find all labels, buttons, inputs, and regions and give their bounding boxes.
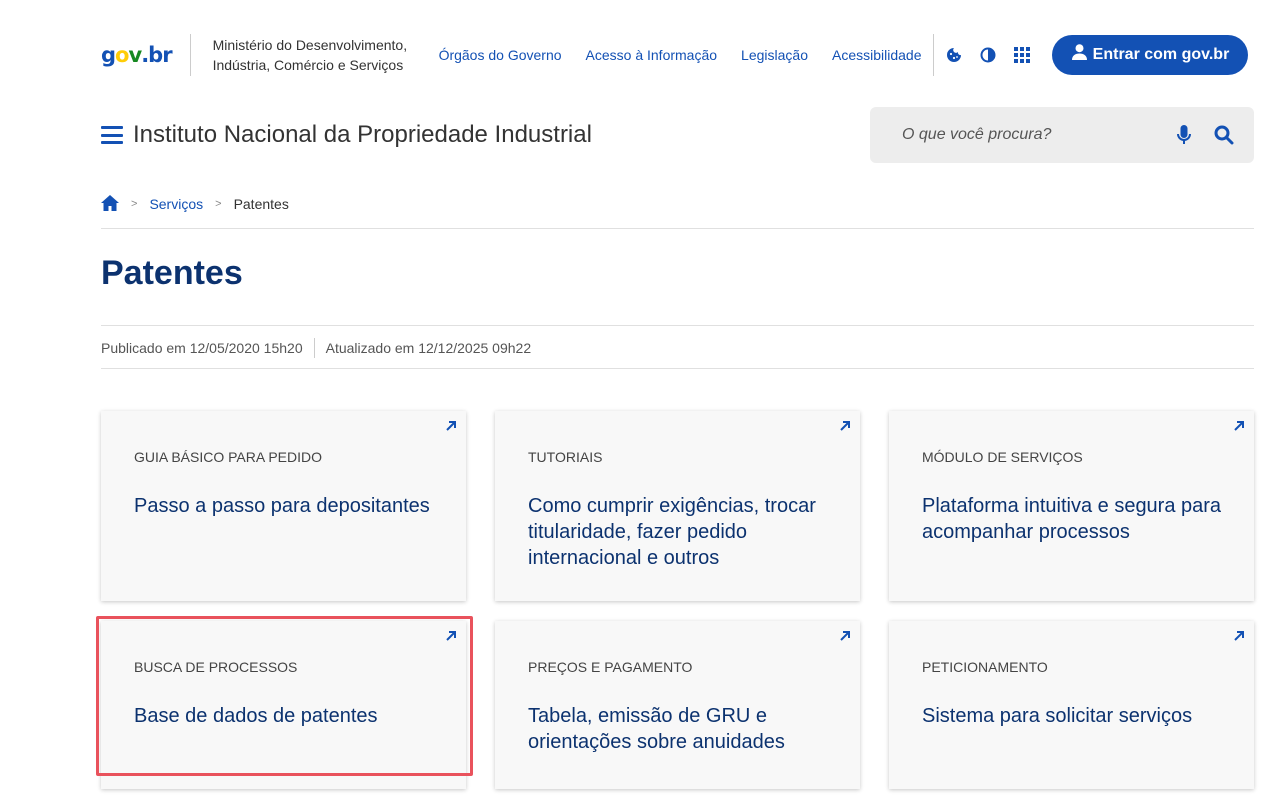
meta-divider [313,338,315,358]
login-label: Entrar com gov.br [1092,45,1230,63]
nav-orgaos-do-governo[interactable]: Órgãos do Governo [439,47,562,63]
card-description: Plataforma intuitiva e segura para acomp… [922,495,1222,543]
card-description: Base de dados de patentes [134,705,378,727]
breadcrumb-separator: > [131,198,138,210]
hamburger-menu-icon[interactable] [101,126,123,144]
card-category: GUIA BÁSICO PARA PEDIDO [134,449,323,465]
home-icon[interactable] [101,194,119,214]
search-box [870,107,1254,163]
logo-letter: v [128,42,142,67]
page-title: Patentes [101,254,243,292]
cookie-icon[interactable] [946,47,962,63]
govbr-logo[interactable]: g o v. br [101,42,173,67]
microphone-icon[interactable] [1174,125,1194,145]
top-nav: Órgãos do Governo Acesso à Informação Le… [439,47,934,63]
updated-date: Atualizado em 12/12/2025 09h22 [325,340,532,356]
card-category: BUSCA DE PROCESSOS [134,659,298,675]
breadcrumb-separator: > [215,198,222,210]
card-description: Sistema para solicitar serviços [922,705,1193,727]
user-icon [1071,44,1087,65]
card-guia-basico[interactable]: GUIA BÁSICO PARA PEDIDO Passo a passo pa… [101,411,466,601]
gov-header: g o v. br Ministério do Desenvolvimento, In… [101,32,1254,77]
card-peticionamento[interactable]: PETICIONAMENTO Sistema para solicitar se… [889,621,1254,789]
logo-letter: o [115,42,129,67]
header-divider [189,33,191,76]
breadcrumb-current: Patentes [233,196,289,212]
publication-meta: Publicado em 12/05/2020 15h20 Atualizado… [101,336,531,360]
logo-letter: . [141,42,149,67]
login-govbr-button[interactable]: Entrar com gov.br [1052,34,1249,75]
breadcrumb: > Serviços > Patentes [101,193,289,215]
site-bar: Instituto Nacional da Propriedade Indust… [101,107,1254,163]
header-tools [946,46,1031,63]
card-category: PETICIONAMENTO [922,659,1048,675]
external-link-arrow-icon [446,631,456,641]
apps-grid-icon[interactable] [1014,46,1031,63]
logo-letter: g [101,42,116,67]
card-description: Tabela, emissão de GRU e orientações sob… [528,705,785,753]
external-link-arrow-icon [840,421,850,431]
ministry-line: Indústria, Comércio e Serviços [212,56,404,73]
logo-letter: br [148,42,172,67]
card-description: Como cumprir exigências, trocar titulari… [528,495,816,569]
divider [101,325,1254,326]
site-title[interactable]: Instituto Nacional da Propriedade Indust… [133,121,592,149]
external-link-arrow-icon [840,631,850,641]
divider [101,228,1254,229]
card-category: PREÇOS E PAGAMENTO [528,659,693,675]
header-divider [933,33,935,76]
contrast-icon[interactable] [980,47,996,63]
search-input[interactable] [902,126,1154,144]
ministry-name: Ministério do Desenvolvimento, Indústria… [213,35,433,75]
card-category: MÓDULO DE SERVIÇOS [922,449,1083,465]
card-modulo-de-servicos[interactable]: MÓDULO DE SERVIÇOS Plataforma intuitiva … [889,411,1254,601]
breadcrumb-servicos[interactable]: Serviços [149,196,203,212]
published-date: Publicado em 12/05/2020 15h20 [101,340,303,356]
external-link-arrow-icon [1234,421,1244,431]
card-precos-e-pagamento[interactable]: PREÇOS E PAGAMENTO Tabela, emissão de GR… [495,621,860,789]
divider [101,368,1254,369]
card-category: TUTORIAIS [528,449,603,465]
search-icon[interactable] [1214,125,1234,145]
external-link-arrow-icon [1234,631,1244,641]
nav-acessibilidade[interactable]: Acessibilidade [832,47,922,63]
ministry-line: Ministério do Desenvolvimento, [212,36,408,53]
card-description: Passo a passo para depositantes [134,495,430,517]
nav-acesso-a-informacao[interactable]: Acesso à Informação [586,47,718,63]
external-link-arrow-icon [446,421,456,431]
nav-legislacao[interactable]: Legislação [741,47,808,63]
card-busca-de-processos[interactable]: BUSCA DE PROCESSOS Base de dados de pate… [101,621,466,789]
card-tutoriais[interactable]: TUTORIAIS Como cumprir exigências, troca… [495,411,860,601]
